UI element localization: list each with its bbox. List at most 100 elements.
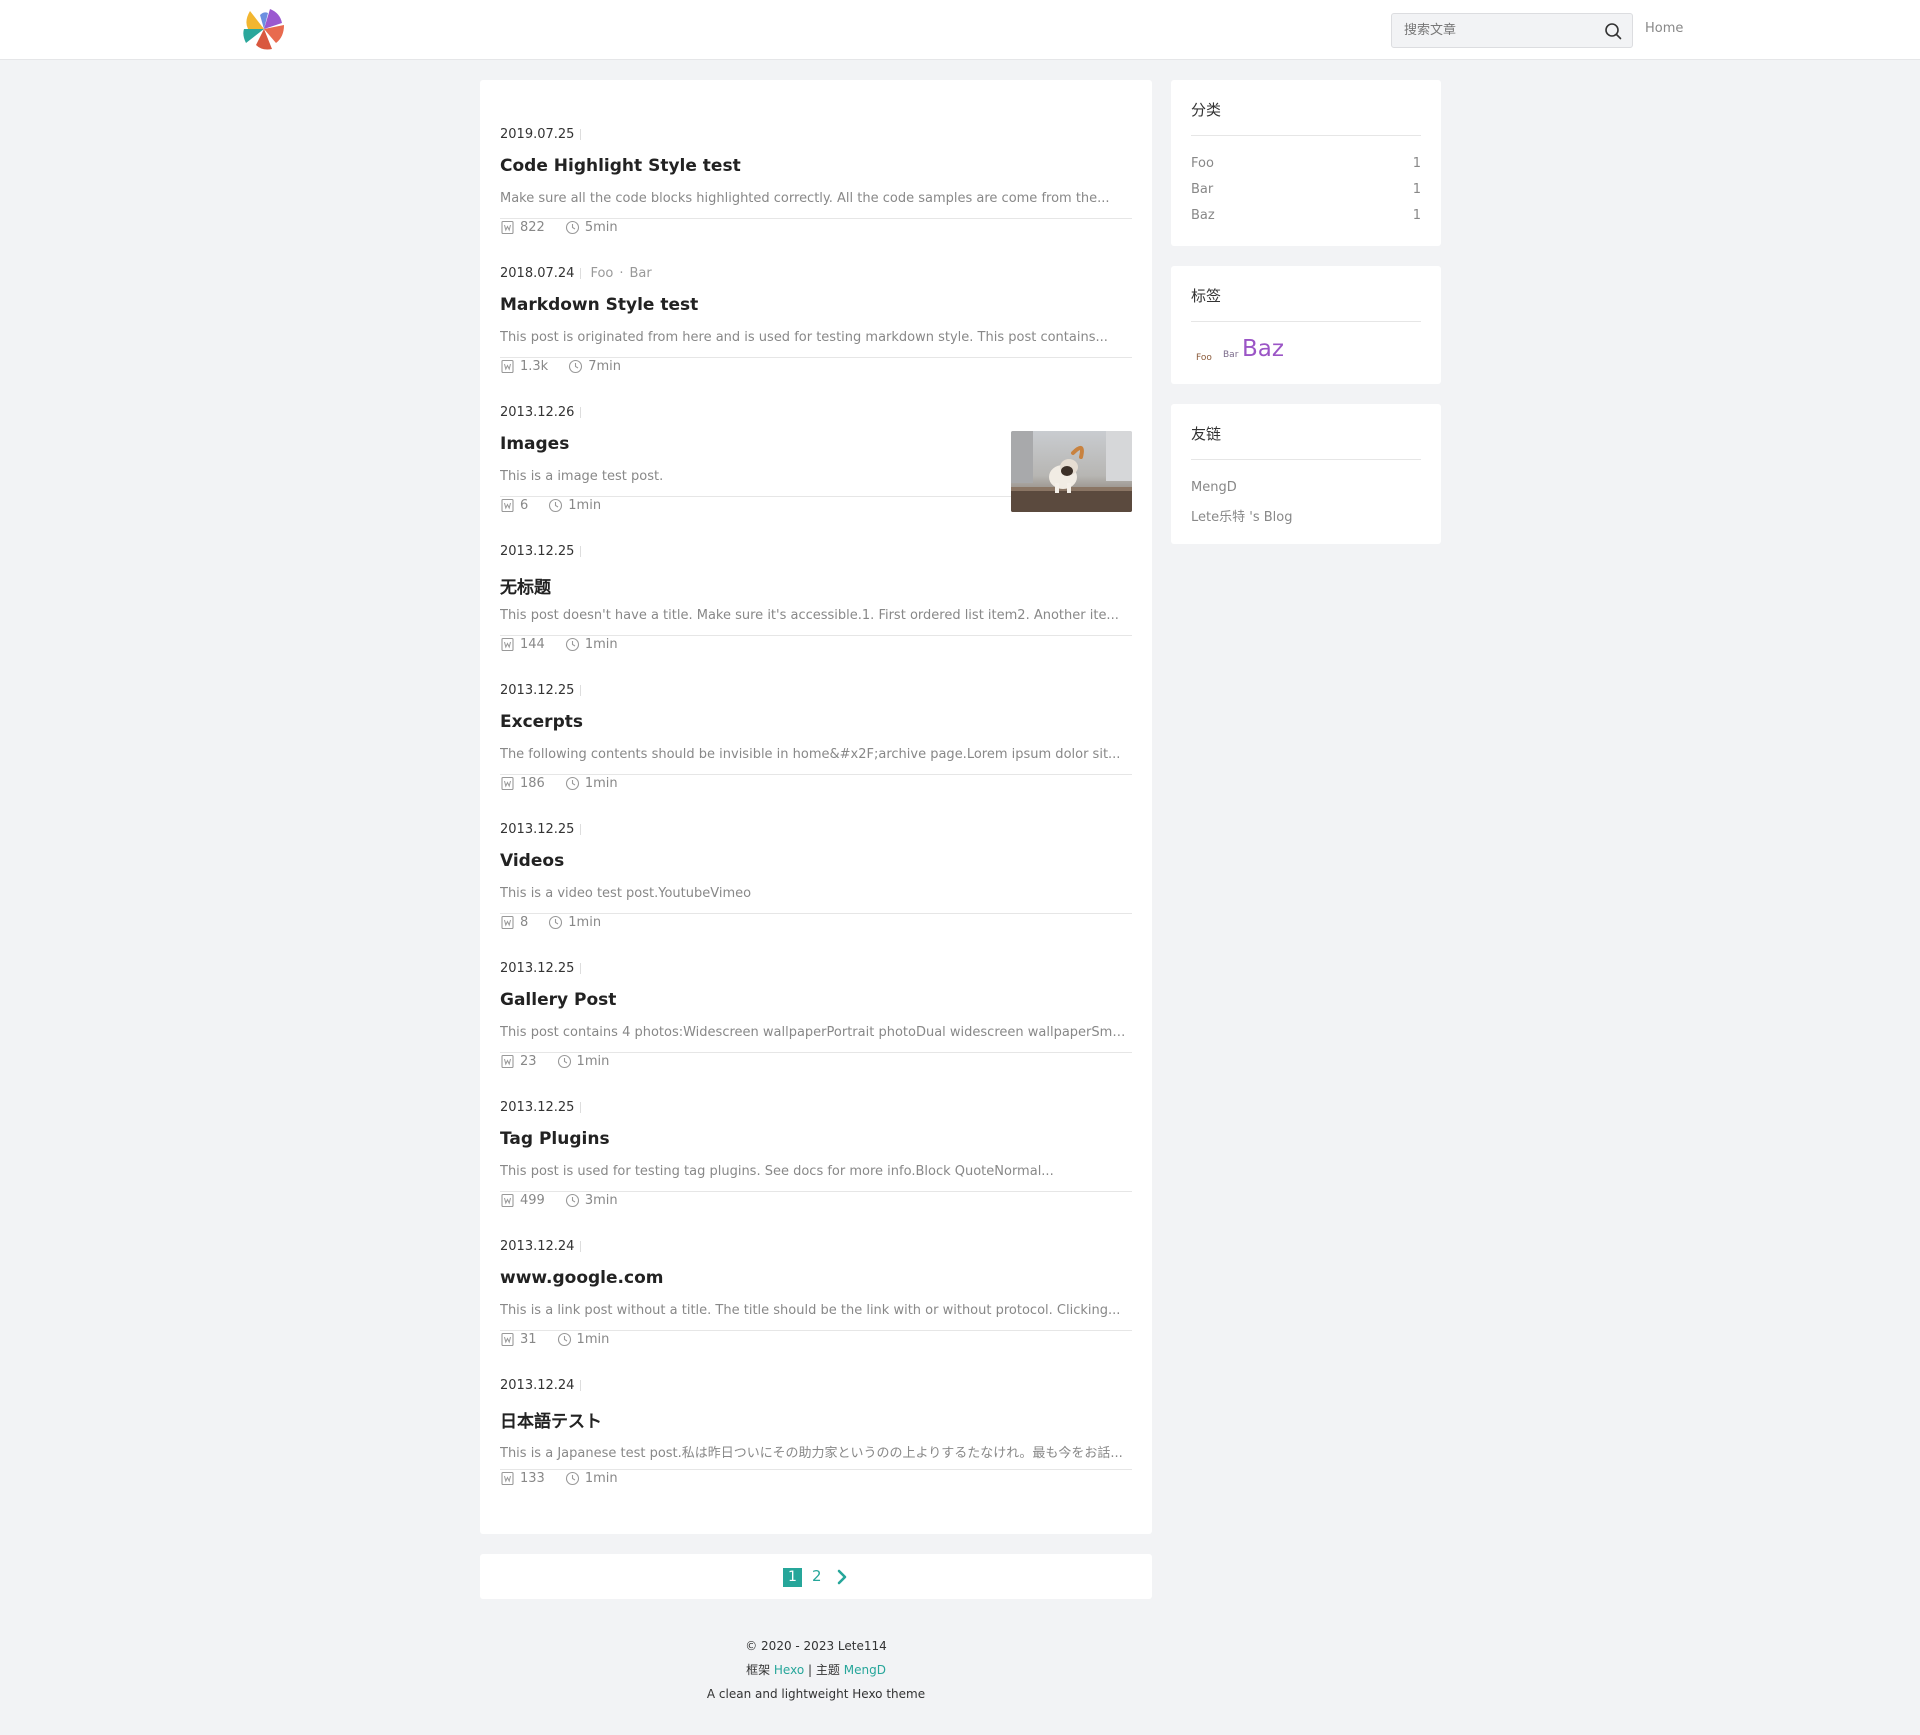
friend-link-lete[interactable]: Lete乐特 's Blog — [1191, 506, 1292, 525]
meta-divider — [580, 1240, 582, 1252]
post-title[interactable]: Gallery Post — [500, 990, 616, 1010]
card-divider — [1191, 459, 1421, 460]
card-divider — [1191, 135, 1421, 136]
meta-divider — [580, 267, 582, 279]
post-category-link[interactable]: Foo — [590, 266, 613, 281]
word-count-icon — [501, 1471, 514, 1486]
post-date: 2013.12.24 — [500, 1377, 575, 1393]
post-title[interactable]: Videos — [500, 851, 564, 871]
card-divider — [1191, 321, 1421, 322]
meta-divider — [580, 962, 582, 974]
post-date: 2013.12.25 — [500, 682, 575, 698]
post-list: 2019.07.25 Code Highlight Style test Mak… — [480, 80, 1152, 1534]
meta-divider — [580, 1379, 582, 1391]
meta-divider — [580, 545, 582, 557]
post-title[interactable]: Excerpts — [500, 712, 583, 732]
clock-icon — [565, 1471, 579, 1486]
post-title[interactable]: Tag Plugins — [500, 1129, 610, 1149]
friend-links-card: 友链 MengD Lete乐特 's Blog — [1171, 404, 1441, 544]
meta-divider — [580, 128, 582, 140]
post-category-link[interactable]: Bar — [630, 266, 652, 281]
category-dot: · — [619, 265, 624, 281]
friend-links-title: 友链 — [1191, 425, 1222, 443]
post-excerpt: This post doesn't have a title. Make sur… — [500, 608, 1119, 623]
post-item: 2019.07.25 Code Highlight Style test Mak… — [500, 80, 1132, 235]
post-date: 2013.12.25 — [500, 960, 575, 976]
post-excerpt: Make sure all the code blocks highlighte… — [500, 191, 1110, 206]
category-name: Bar — [1191, 182, 1214, 197]
post-item: 2013.12.24 www.google.com This is a link… — [500, 1192, 1132, 1347]
category-count: 1 — [1412, 208, 1421, 223]
post-item: 2013.12.24 日本語テスト This is a Japanese tes… — [500, 1331, 1132, 1486]
post-meta: 2013.12.24 — [500, 1377, 590, 1393]
post-meta: 2013.12.25 — [500, 543, 590, 559]
category-count: 1 — [1412, 182, 1421, 197]
post-date: 2013.12.25 — [500, 543, 575, 559]
post-item: 2013.12.25 无标题 This post doesn't have a … — [500, 497, 1132, 652]
search-box — [1391, 13, 1633, 48]
post-excerpt: This is a link post without a title. The… — [500, 1303, 1121, 1318]
post-date: 2013.12.24 — [500, 1238, 575, 1254]
post-meta: 2013.12.25 — [500, 960, 590, 976]
theme-link[interactable]: MengD — [844, 1663, 886, 1677]
tag-bar[interactable]: Bar — [1223, 350, 1238, 360]
pagination: 1 2 — [480, 1554, 1152, 1599]
post-meta: 2013.12.25 — [500, 1099, 590, 1115]
tag-baz[interactable]: Baz — [1242, 336, 1284, 362]
tags-title: 标签 — [1191, 287, 1222, 305]
post-meta: 2018.07.24 Foo · Bar — [500, 265, 652, 281]
post-excerpt: This post is originated from here and is… — [500, 330, 1108, 345]
theme-label: 主题 — [815, 1663, 840, 1677]
search-icon[interactable] — [1604, 22, 1622, 40]
chevron-right-icon[interactable] — [835, 1568, 849, 1586]
post-title[interactable]: Markdown Style test — [500, 295, 698, 315]
word-count: 133 — [520, 1471, 545, 1486]
site-header: Home — [0, 0, 1920, 60]
post-date: 2018.07.24 — [500, 265, 575, 281]
footer-copyright: © 2020 - 2023 Lete114 — [745, 1639, 887, 1653]
post-item: 2013.12.25 Tag Plugins This post is used… — [500, 1053, 1132, 1208]
tag-foo[interactable]: Foo — [1196, 353, 1212, 363]
meta-divider — [580, 684, 582, 696]
hexo-link[interactable]: Hexo — [774, 1663, 804, 1677]
post-date: 2019.07.25 — [500, 126, 575, 142]
categories-title: 分类 — [1191, 101, 1222, 119]
post-item: 2013.12.25 Excerpts The following conten… — [500, 636, 1132, 791]
post-item: 2013.12.25 Videos This is a video test p… — [500, 775, 1132, 930]
post-meta: 2019.07.25 — [500, 126, 590, 142]
footer-tagline: A clean and lightweight Hexo theme — [706, 1687, 926, 1701]
post-meta: 2013.12.25 — [500, 682, 590, 698]
friend-link-mengd[interactable]: MengD — [1191, 480, 1237, 495]
post-excerpt: This is a image test post. — [500, 469, 664, 484]
category-name: Foo — [1191, 156, 1214, 171]
meta-divider — [580, 1101, 582, 1113]
framework-label: 框架 — [746, 1663, 771, 1677]
post-title[interactable]: www.google.com — [500, 1268, 663, 1288]
post-excerpt: The following contents should be invisib… — [500, 747, 1121, 762]
post-title[interactable]: 日本語テスト — [500, 1407, 602, 1432]
post-title[interactable]: Code Highlight Style test — [500, 156, 741, 176]
post-date: 2013.12.26 — [500, 404, 575, 420]
page-link-2[interactable]: 2 — [812, 1567, 822, 1585]
page-current[interactable]: 1 — [783, 1568, 802, 1587]
post-title[interactable]: Images — [500, 434, 569, 454]
post-item: 2013.12.25 Gallery Post This post contai… — [500, 914, 1132, 1069]
post-date: 2013.12.25 — [500, 821, 575, 837]
meta-divider — [580, 406, 582, 418]
credits-divider: | — [808, 1663, 813, 1677]
search-input[interactable] — [1404, 14, 1594, 47]
category-item-foo[interactable]: Foo 1 — [1191, 156, 1421, 174]
categories-card: 分类 Foo 1 Bar 1 Baz 1 — [1171, 80, 1441, 246]
footer-credits: 框架 Hexo | 主题 MengD — [480, 1658, 1152, 1682]
category-item-bar[interactable]: Bar 1 — [1191, 182, 1421, 200]
post-title[interactable]: 无标题 — [500, 573, 551, 598]
site-logo-icon[interactable] — [242, 7, 286, 51]
category-name: Baz — [1191, 208, 1215, 223]
post-excerpt: This is a Japanese test post.私は昨日ついにその助力… — [500, 1446, 1123, 1461]
site-footer: © 2020 - 2023 Lete114 框架 Hexo | 主题 MengD… — [480, 1634, 1152, 1706]
read-time: 1min — [584, 1471, 618, 1486]
post-meta: 2013.12.25 — [500, 821, 590, 837]
category-item-baz[interactable]: Baz 1 — [1191, 208, 1421, 226]
tags-card: 标签 Foo Bar Baz — [1171, 266, 1441, 384]
nav-home-link[interactable]: Home — [1645, 21, 1683, 36]
